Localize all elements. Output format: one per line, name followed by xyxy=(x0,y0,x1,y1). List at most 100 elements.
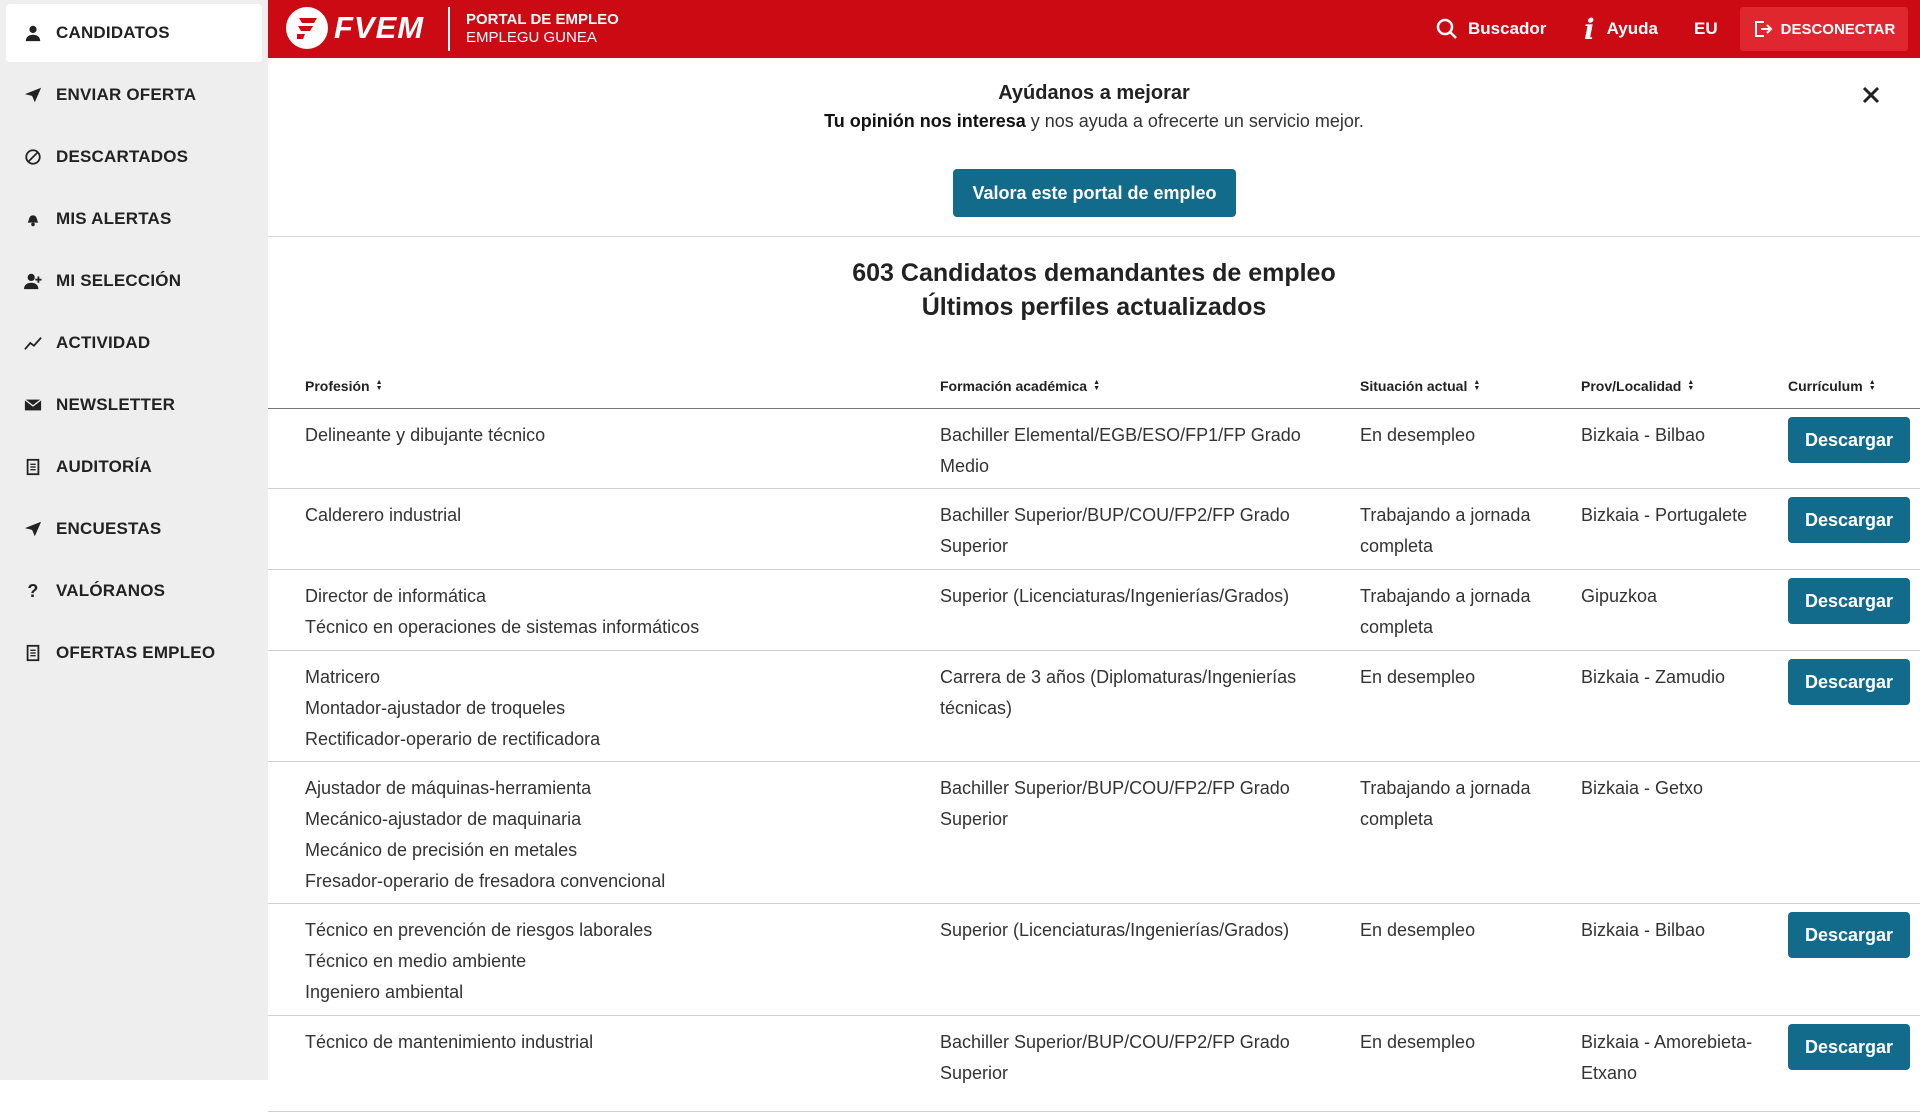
page-title-line2: Últimos perfiles actualizados xyxy=(921,293,1267,321)
sidebar-item-actividad[interactable]: ACTIVIDAD xyxy=(6,314,262,372)
cell-curriculum: Descargar xyxy=(1788,497,1910,543)
sort-icon: ▲ ▼ xyxy=(375,379,383,392)
cell-situacion: Trabajando a jornada completa xyxy=(1360,586,1531,637)
profesion-item: Técnico en medio ambiente xyxy=(305,951,527,971)
sidebar-item-descartados[interactable]: DESCARTADOS xyxy=(6,128,262,186)
sidebar-item-newsletter[interactable]: NEWSLETTER xyxy=(6,376,262,434)
cell-profesion: Director de informática Técnico en operac… xyxy=(305,581,885,643)
profesion-item: Ingeniero ambiental xyxy=(305,982,464,1002)
profesion-item: Técnico de mantenimiento industrial xyxy=(305,1032,594,1052)
language-toggle[interactable]: EU xyxy=(1694,0,1718,58)
cell-situacion: En desempleo xyxy=(1360,1032,1476,1052)
logout-label: DESCONECTAR xyxy=(1780,20,1896,38)
profesion-item: Delineante y dibujante técnico xyxy=(305,425,546,445)
profesion-item: Matricero xyxy=(305,667,381,687)
feedback-subtitle-rest: y nos ayuda a ofrecerte un servicio mejo… xyxy=(1025,111,1364,131)
sidebar-item-auditoria[interactable]: AUDITORÍA xyxy=(6,438,262,496)
feedback-title: Ayúdanos a mejorar xyxy=(998,82,1190,104)
download-cv-button[interactable]: Descargar xyxy=(1788,578,1910,624)
cell-curriculum: Descargar xyxy=(1788,578,1910,624)
send-icon xyxy=(22,518,44,540)
cell-situacion: Trabajando a jornada completa xyxy=(1360,505,1531,556)
sidebar-item-label: ACTIVIDAD xyxy=(56,333,151,352)
table-row: Ajustador de máquinas-herramienta Mecánic… xyxy=(268,762,1920,904)
sidebar-item-encuestas[interactable]: ENCUESTAS xyxy=(6,500,262,558)
page-title: 603 Candidatos demandantes de empleo Últ… xyxy=(268,256,1920,324)
sidebar-item-label: VALÓRANOS xyxy=(56,581,166,600)
logout-button[interactable]: DESCONECTAR xyxy=(1740,7,1908,51)
language-label: EU xyxy=(1694,19,1718,38)
cell-curriculum: Descargar xyxy=(1788,1024,1910,1070)
search-label: Buscador xyxy=(1468,19,1547,38)
question-icon: ? xyxy=(27,580,39,601)
sidebar-item-mi-seleccion[interactable]: MI SELECCIÓN xyxy=(6,252,262,310)
sidebar-item-label: ENVIAR OFERTA xyxy=(56,85,197,104)
brand-logo[interactable]: FVEM xyxy=(286,7,424,49)
download-cv-button[interactable]: Descargar xyxy=(1788,912,1910,958)
profesion-item: Calderero industrial xyxy=(305,505,462,525)
sidebar-item-candidatos[interactable]: CANDIDATOS xyxy=(6,4,262,62)
user-icon xyxy=(22,22,44,44)
document-icon xyxy=(22,456,44,478)
download-cv-button[interactable]: Descargar xyxy=(1788,417,1910,463)
close-icon xyxy=(1862,86,1880,104)
feedback-banner: Ayúdanos a mejorar Tu opinión nos intere… xyxy=(268,58,1920,237)
cell-localidad: Bizkaia - Bilbao xyxy=(1581,425,1706,445)
sidebar-item-label: NEWSLETTER xyxy=(56,395,176,414)
column-header-label: Currículum xyxy=(1788,378,1863,394)
feedback-subtitle-bold: Tu opinión nos interesa xyxy=(824,111,1026,131)
cell-situacion: Trabajando a jornada completa xyxy=(1360,778,1531,829)
profesion-item: Director de informática xyxy=(305,586,487,606)
sidebar-item-label: CANDIDATOS xyxy=(56,23,170,42)
cell-profesion: Técnico en prevención de riesgos laboral… xyxy=(305,915,885,1008)
profesion-item: Fresador-operario de fresadora convencio… xyxy=(305,871,666,891)
sidebar-item-enviar-oferta[interactable]: ENVIAR OFERTA xyxy=(6,66,262,124)
cell-formacion: Bachiller Elemental/EGB/ESO/FP1/FP Grado… xyxy=(940,425,1301,476)
download-cv-button[interactable]: Descargar xyxy=(1788,659,1910,705)
cell-formacion: Carrera de 3 años (Diplomaturas/Ingenier… xyxy=(940,667,1297,718)
sidebar-item-mis-alertas[interactable]: MIS ALERTAS xyxy=(6,190,262,248)
cell-curriculum: Descargar xyxy=(1788,417,1910,463)
profesion-item: Ajustador de máquinas-herramienta xyxy=(305,778,592,798)
page-title-line1: 603 Candidatos demandantes de empleo xyxy=(852,259,1336,287)
profesion-item: Mecánico de precisión en metales xyxy=(305,840,578,860)
help-button[interactable]: i Ayuda xyxy=(1584,0,1658,58)
profesion-item: Mecánico-ajustador de maquinaria xyxy=(305,809,582,829)
sidebar: CANDIDATOS ENVIAR OFERTA DESCARTADOS MIS… xyxy=(0,0,268,1080)
profesion-item: Rectificador-operario de rectificadora xyxy=(305,729,601,749)
sort-icon: ▲ ▼ xyxy=(1868,379,1876,392)
logo-mark-icon xyxy=(286,7,328,49)
column-header-localidad[interactable]: Prov/Localidad ▲ ▼ xyxy=(1581,378,1694,394)
sidebar-item-ofertas-empleo[interactable]: OFERTAS EMPLEO xyxy=(6,624,262,682)
profesion-item: Montador-ajustador de troqueles xyxy=(305,698,566,718)
cell-profesion: Matricero Montador-ajustador de troqueles… xyxy=(305,662,885,755)
table-row: Técnico en prevención de riesgos laboral… xyxy=(268,904,1920,1016)
candidates-table: Profesión ▲ ▼ Formación académica ▲ ▼ Situac… xyxy=(268,368,1920,1112)
logout-icon xyxy=(1754,21,1773,37)
logo-text: FVEM xyxy=(334,10,425,45)
table-row: Delineante y dibujante técnico Bachiller … xyxy=(268,409,1920,489)
column-header-curriculum[interactable]: Currículum ▲ ▼ xyxy=(1788,378,1876,394)
table-body: Delineante y dibujante técnico Bachiller … xyxy=(268,409,1920,1112)
sort-icon: ▲ ▼ xyxy=(1473,379,1481,392)
help-label: Ayuda xyxy=(1606,19,1658,38)
download-cv-button[interactable]: Descargar xyxy=(1788,497,1910,543)
cell-localidad: Bizkaia - Zamudio xyxy=(1581,667,1726,687)
sidebar-item-valoranos[interactable]: ? VALÓRANOS xyxy=(6,562,262,620)
column-header-situacion[interactable]: Situación actual ▲ ▼ xyxy=(1360,378,1480,394)
column-header-profesion[interactable]: Profesión ▲ ▼ xyxy=(305,378,383,394)
column-header-formacion[interactable]: Formación académica ▲ ▼ xyxy=(940,378,1100,394)
table-header: Profesión ▲ ▼ Formación académica ▲ ▼ Situac… xyxy=(268,368,1920,409)
column-header-label: Prov/Localidad xyxy=(1581,378,1682,394)
portal-title-line2: EMPLEGU GUNEA xyxy=(466,29,597,46)
search-button[interactable]: Buscador xyxy=(1436,0,1546,58)
table-row: Director de informática Técnico en operac… xyxy=(268,570,1920,651)
download-cv-button[interactable]: Descargar xyxy=(1788,1024,1910,1070)
user-plus-icon xyxy=(22,270,44,292)
cell-localidad: Bizkaia - Bilbao xyxy=(1581,920,1706,940)
close-button[interactable] xyxy=(1856,80,1886,110)
sidebar-item-label: OFERTAS EMPLEO xyxy=(56,643,216,662)
cell-situacion: En desempleo xyxy=(1360,667,1476,687)
profesion-item: Técnico en operaciones de sistemas infor… xyxy=(305,617,700,637)
rate-portal-button[interactable]: Valora este portal de empleo xyxy=(953,169,1236,217)
